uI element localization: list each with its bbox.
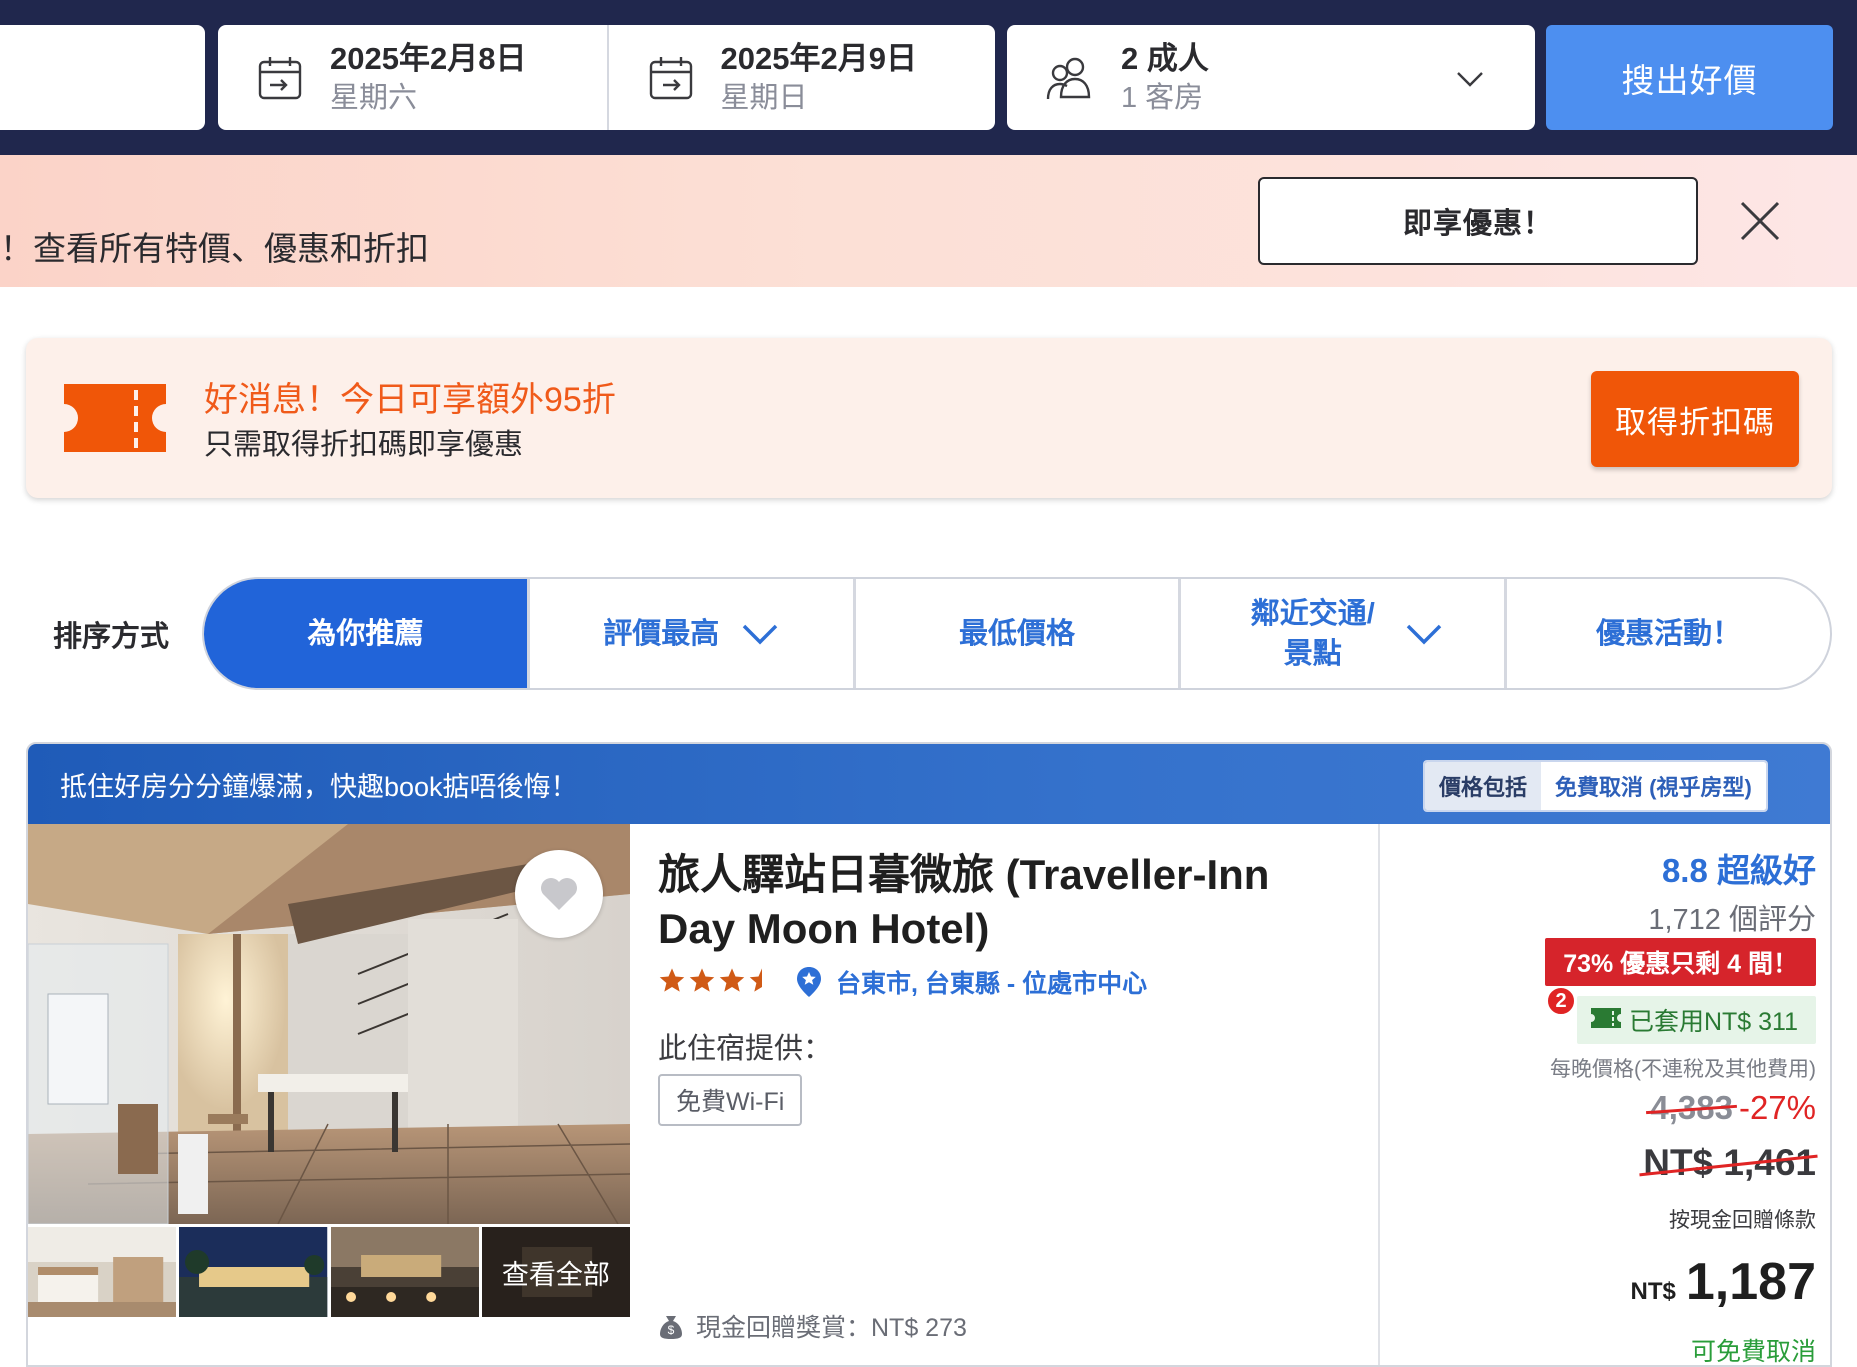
exterior-night-photo	[179, 1227, 328, 1317]
final-price-amount: 1,187	[1685, 1253, 1816, 1311]
promo-deals-button[interactable]: 即享優惠！	[1258, 177, 1698, 265]
guests-selector[interactable]: 2 成人 1 客房	[1007, 25, 1535, 130]
discount-code-card: 好消息！今日可享額外95折 只需取得折扣碼即享優惠 取得折扣碼	[26, 338, 1832, 498]
final-price-currency: NT$	[1630, 1278, 1676, 1305]
offers-label: 此住宿提供：	[658, 1033, 833, 1065]
location-pin-icon	[797, 967, 821, 997]
tab-label: 評價最高	[603, 617, 720, 650]
free-cancellation: 可免費取消	[1690, 1338, 1816, 1366]
hotel-card-header: 抵住好房分分鐘爆滿，快趣book掂唔後悔！ 價格包括 免費取消 (視乎房型)	[28, 744, 1830, 824]
chevron-down-icon	[742, 624, 778, 644]
close-icon[interactable]	[1736, 197, 1784, 245]
checkin-date[interactable]: 2025年2月8日 星期六	[218, 25, 607, 130]
original-price: 4,383 -27%	[1650, 1089, 1816, 1127]
hotel-card[interactable]: 抵住好房分分鐘爆滿，快趣book掂唔後悔！ 價格包括 免費取消 (視乎房型) 查…	[26, 742, 1832, 1367]
hotel-location-text: 台東市, 台東縣 - 位處市中心	[836, 970, 1148, 998]
cashback-terms: 按現金回贈條款	[1669, 1209, 1816, 1232]
coupon-applied-badge: 已套用NT$ 311	[1576, 996, 1816, 1044]
tab-nearby-landmarks[interactable]: 鄰近交通/景點	[1178, 579, 1504, 688]
urgency-message: 抵住好房分分鐘爆滿，快趣book掂唔後悔！	[60, 772, 578, 802]
room-photo	[28, 1227, 177, 1317]
see-all-photos-button[interactable]: 查看全部	[481, 1227, 630, 1317]
tab-label: 鄰近交通/景點	[1250, 597, 1375, 670]
tab-lowest-price[interactable]: 最低價格	[852, 579, 1179, 688]
review-score[interactable]: 8.8 超級好	[1662, 844, 1816, 892]
search-button[interactable]: 搜出好價	[1546, 25, 1833, 130]
star-icon	[659, 968, 685, 992]
photo-thumbnails: 查看全部	[28, 1227, 630, 1317]
promo-banner-text: ！查看所有特價、優惠和折扣	[0, 230, 429, 267]
star-rating	[658, 966, 776, 994]
checkout-date-text: 2025年2月9日	[720, 40, 917, 76]
star-icon	[719, 968, 745, 992]
cashback-text: 現金回贈獎賞：NT$ 273	[696, 1314, 967, 1342]
tab-top-rated[interactable]: 評價最高	[526, 579, 853, 688]
checkin-weekday: 星期六	[330, 81, 418, 114]
amenity-chip: 免費Wi-Fi	[658, 1074, 803, 1126]
tab-recommended[interactable]: 為你推薦	[204, 579, 527, 688]
review-count[interactable]: 1,712 個評分	[1648, 896, 1816, 938]
tab-promotions[interactable]: 優惠活動！	[1504, 579, 1830, 688]
tab-label: 優惠活動！	[1596, 617, 1742, 650]
discount-percent: -27%	[1738, 1089, 1816, 1126]
checkout-weekday: 星期日	[720, 81, 808, 114]
tab-label: 為你推薦	[307, 617, 424, 650]
sort-tabs: 為你推薦 評價最高 最低價格 鄰近交通/景點 優惠活動！	[202, 577, 1832, 690]
per-night-note: 每晚價格(不連稅及其他費用)	[1550, 1058, 1816, 1081]
rooms-count: 1 客房	[1121, 81, 1204, 114]
price-includes-value: 免費取消 (視乎房型)	[1541, 762, 1766, 810]
destination-field[interactable]	[0, 25, 205, 130]
discount-subtitle: 只需取得折扣碼即享優惠	[204, 429, 524, 461]
cashback-reward: $ 現金回贈獎賞：NT$ 273	[658, 1308, 967, 1344]
original-price-value: 4,383	[1650, 1089, 1733, 1126]
favorite-heart-icon[interactable]	[515, 850, 603, 938]
struck-price: NT$ 1,461	[1643, 1142, 1816, 1184]
star-icon	[689, 968, 715, 992]
calendar-checkout-icon	[649, 56, 692, 99]
thumbnail-facade[interactable]	[330, 1227, 479, 1317]
coupon-applied-text: 已套用NT$ 311	[1628, 1008, 1798, 1036]
hotel-name[interactable]: 旅人驛站日暮微旅 (Traveller-Inn Day Moon Hotel)	[658, 848, 1338, 956]
price-includes-label: 價格包括	[1425, 762, 1542, 810]
urgency-badge: 73% 優惠只剩 4 間！	[1545, 938, 1816, 986]
svg-text:$: $	[668, 1323, 675, 1337]
step-badge: 2	[1546, 986, 1576, 1016]
adults-count: 2 成人	[1121, 40, 1209, 76]
promo-banner: ！查看所有特價、優惠和折扣 即享優惠！	[0, 155, 1857, 287]
chevron-down-icon	[1406, 624, 1442, 644]
money-bag-icon: $	[660, 1316, 682, 1339]
price-panel: 8.8 超級好 1,712 個評分 73% 優惠只剩 4 間！ 已套用NT$ 3…	[1380, 824, 1830, 1366]
ticket-icon	[64, 384, 166, 452]
struck-price-value: NT$ 1,461	[1643, 1142, 1816, 1183]
calendar-checkin-icon	[258, 56, 302, 99]
get-discount-code-button[interactable]: 取得折扣碼	[1591, 371, 1799, 467]
final-price: NT$ 1,187	[1631, 1252, 1816, 1312]
half-star-icon	[749, 968, 762, 992]
coupon-icon	[1590, 1008, 1621, 1028]
facade-photo	[330, 1227, 479, 1317]
chevron-down-icon	[1457, 72, 1483, 87]
people-icon	[1046, 57, 1091, 99]
thumbnail-see-all[interactable]: 查看全部	[481, 1227, 630, 1317]
thumbnail-room[interactable]	[28, 1227, 177, 1317]
search-bar: 2025年2月8日 星期六 2025年2月9日 星期日 2 成人 1 客房 搜出…	[0, 0, 1857, 155]
thumbnail-exterior-night[interactable]	[179, 1227, 328, 1317]
heart-icon	[541, 878, 577, 910]
hotel-location[interactable]: 台東市, 台東縣 - 位處市中心	[796, 964, 1147, 1000]
checkin-date-text: 2025年2月8日	[330, 40, 527, 76]
checkout-date[interactable]: 2025年2月9日 星期日	[606, 25, 996, 130]
sort-label: 排序方式	[53, 621, 170, 653]
tab-label: 最低價格	[958, 617, 1075, 650]
date-range-picker[interactable]: 2025年2月8日 星期六 2025年2月9日 星期日	[218, 25, 995, 130]
price-includes-tag: 價格包括 免費取消 (視乎房型)	[1423, 760, 1768, 812]
discount-title: 好消息！今日可享額外95折	[204, 381, 616, 419]
